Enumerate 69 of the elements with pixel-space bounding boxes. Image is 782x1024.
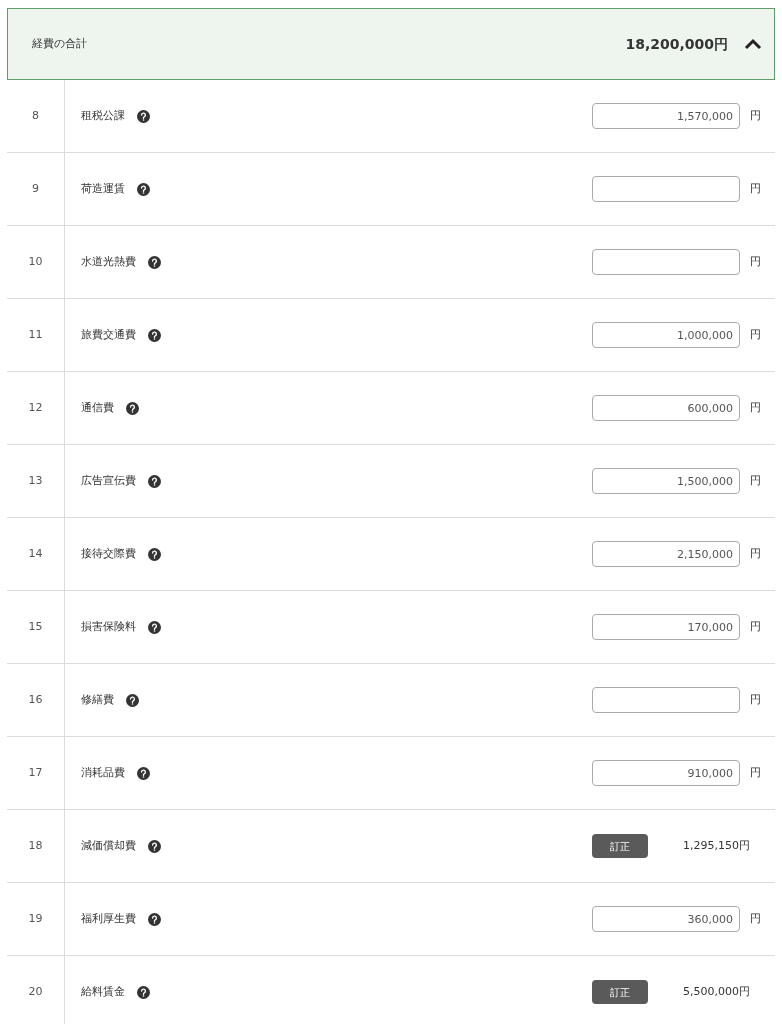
expense-name: 給料賃金 xyxy=(81,983,125,1000)
help-icon[interactable] xyxy=(148,620,161,634)
expense-name: 租税公課 xyxy=(81,107,125,124)
yen-unit: 円 xyxy=(749,253,762,270)
summary-total: 18,200,000円 xyxy=(625,34,728,54)
amount-field[interactable]: 1,570,000 xyxy=(592,103,740,129)
row-number: 19 xyxy=(28,910,43,927)
yen-unit: 円 xyxy=(749,326,762,343)
help-icon[interactable] xyxy=(148,474,161,488)
yen-unit: 円 xyxy=(749,399,762,416)
expense-name: 損害保険料 xyxy=(81,618,136,635)
summary-label: 経費の合計 xyxy=(32,35,88,52)
expense-name: 水道光熱費 xyxy=(81,253,136,270)
expense-name: 接待交際費 xyxy=(81,545,136,562)
row-number: 11 xyxy=(28,326,43,343)
amount-field[interactable]: 1,000,000 xyxy=(592,322,740,348)
yen-unit: 円 xyxy=(749,107,762,124)
yen-unit: 円 xyxy=(749,472,762,489)
row-number: 12 xyxy=(28,399,43,416)
help-icon[interactable] xyxy=(126,401,139,415)
help-icon[interactable] xyxy=(148,328,161,342)
chevron-up-icon[interactable] xyxy=(744,38,762,50)
amount-field[interactable]: 2,150,000 xyxy=(592,541,740,567)
expense-name: 修繕費 xyxy=(81,691,114,708)
fixed-amount: 5,500,000円 xyxy=(682,983,751,1000)
fixed-amount: 1,295,150円 xyxy=(682,837,751,854)
yen-unit: 円 xyxy=(749,764,762,781)
row-number: 18 xyxy=(28,837,43,854)
amount-field[interactable]: 1,500,000 xyxy=(592,468,740,494)
yen-unit: 円 xyxy=(749,618,762,635)
expense-name: 旅費交通費 xyxy=(81,326,136,343)
expense-name: 荷造運賃 xyxy=(81,180,125,197)
help-icon[interactable] xyxy=(148,839,161,853)
amount-field[interactable]: 360,000 xyxy=(592,906,740,932)
summary-header[interactable]: 経費の合計 18,200,000円 xyxy=(7,8,775,80)
amount-field[interactable]: 600,000 xyxy=(592,395,740,421)
help-icon[interactable] xyxy=(137,985,150,999)
correct-button[interactable]: 訂正 xyxy=(592,834,648,858)
expense-name: 減価償却費 xyxy=(81,837,136,854)
expense-name: 通信費 xyxy=(81,399,114,416)
amount-field[interactable] xyxy=(592,249,740,275)
row-number: 20 xyxy=(28,983,43,1000)
row-number: 15 xyxy=(28,618,43,635)
correct-button[interactable]: 訂正 xyxy=(592,980,648,1004)
help-icon[interactable] xyxy=(148,547,161,561)
help-icon[interactable] xyxy=(148,912,161,926)
expense-name: 福利厚生費 xyxy=(81,910,136,927)
amount-field[interactable] xyxy=(592,176,740,202)
amount-field[interactable]: 910,000 xyxy=(592,760,740,786)
help-icon[interactable] xyxy=(126,693,139,707)
help-icon[interactable] xyxy=(148,255,161,269)
help-icon[interactable] xyxy=(137,766,150,780)
row-number: 8 xyxy=(32,107,39,124)
row-number: 13 xyxy=(28,472,43,489)
row-number: 10 xyxy=(28,253,43,270)
help-icon[interactable] xyxy=(137,182,150,196)
row-number: 14 xyxy=(28,545,43,562)
yen-unit: 円 xyxy=(749,910,762,927)
row-number: 9 xyxy=(32,180,39,197)
expense-name: 消耗品費 xyxy=(81,764,125,781)
row-number: 17 xyxy=(28,764,43,781)
amount-field[interactable]: 170,000 xyxy=(592,614,740,640)
row-number: 16 xyxy=(28,691,43,708)
yen-unit: 円 xyxy=(749,180,762,197)
yen-unit: 円 xyxy=(749,545,762,562)
expense-name: 広告宣伝費 xyxy=(81,472,136,489)
amount-field[interactable] xyxy=(592,687,740,713)
yen-unit: 円 xyxy=(749,691,762,708)
help-icon[interactable] xyxy=(137,109,150,123)
